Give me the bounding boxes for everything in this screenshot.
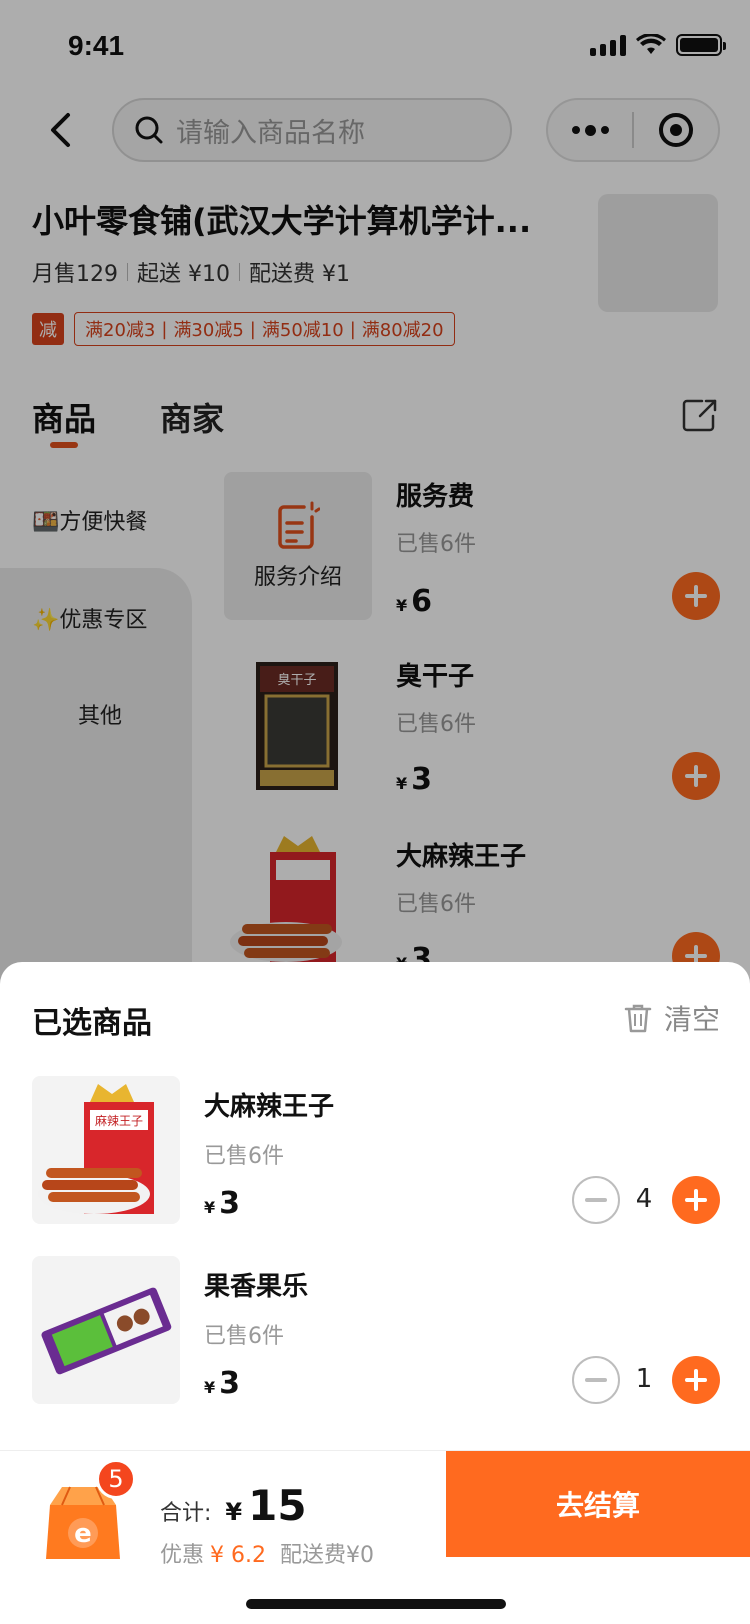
cart-item-image[interactable] [32,1256,180,1404]
cart-item-name: 大麻辣王子 [204,1092,335,1122]
clear-label: 清空 [663,1003,720,1036]
quantity-value: 1 [635,1364,653,1394]
checkout-button[interactable]: 去结算 [446,1451,750,1557]
cart-item-image[interactable]: 麻辣王子 [32,1076,180,1224]
currency-symbol: ¥ [204,1378,216,1397]
cart-item-sold: 已售6件 [204,1144,284,1169]
home-indicator [246,1599,506,1609]
total-value: 15 [248,1481,307,1530]
increase-qty-button[interactable] [672,1356,720,1404]
screen: 9:41 请输入商品名称 小叶零食铺(武汉大学计算机学计... 月售129 起送… [0,0,750,1624]
cart-item-price: ¥3 [204,1186,240,1221]
currency-symbol: ¥ [204,1198,216,1217]
trash-icon [624,1004,652,1033]
total-currency: ¥ [225,1498,243,1526]
quantity-value: 4 [635,1184,653,1214]
spicy-snack-package-image: 麻辣王子 [38,1084,154,1214]
svg-text:麻辣王子: 麻辣王子 [95,1113,143,1128]
discount-label: 优惠 [160,1543,205,1568]
checkout-bar: e 5 合计: ¥ 15 优惠 ¥ 6.2 配送费¥0 去结算 [0,1450,750,1624]
cart-item: 麻辣王子 大麻辣王子 已售6件 ¥3 4 [0,1076,750,1226]
cart-title: 已选商品 [32,1006,152,1041]
decrease-qty-button[interactable] [572,1176,620,1224]
decrease-qty-button[interactable] [572,1356,620,1404]
cart-item-sold: 已售6件 [204,1324,284,1349]
price-value: 3 [219,1186,241,1221]
delivery-fee-summary: 配送费¥0 [280,1543,374,1568]
fruit-candy-package-image [41,1287,172,1375]
total-row: 合计: ¥ 15 [160,1481,307,1530]
clear-cart-button[interactable]: 清空 [624,998,720,1038]
cart-item: 果香果乐 已售6件 ¥3 1 [0,1256,750,1406]
bag-letter: e [74,1519,92,1549]
increase-qty-button[interactable] [672,1176,720,1224]
cart-item-name: 果香果乐 [204,1272,309,1302]
total-label: 合计: [160,1501,212,1526]
discount-value: ¥ 6.2 [210,1543,266,1568]
discount-row: 优惠 ¥ 6.2 配送费¥0 [160,1537,374,1569]
cart-item-price: ¥3 [204,1366,240,1401]
cart-count-badge: 5 [96,1459,136,1499]
price-value: 3 [219,1366,241,1401]
